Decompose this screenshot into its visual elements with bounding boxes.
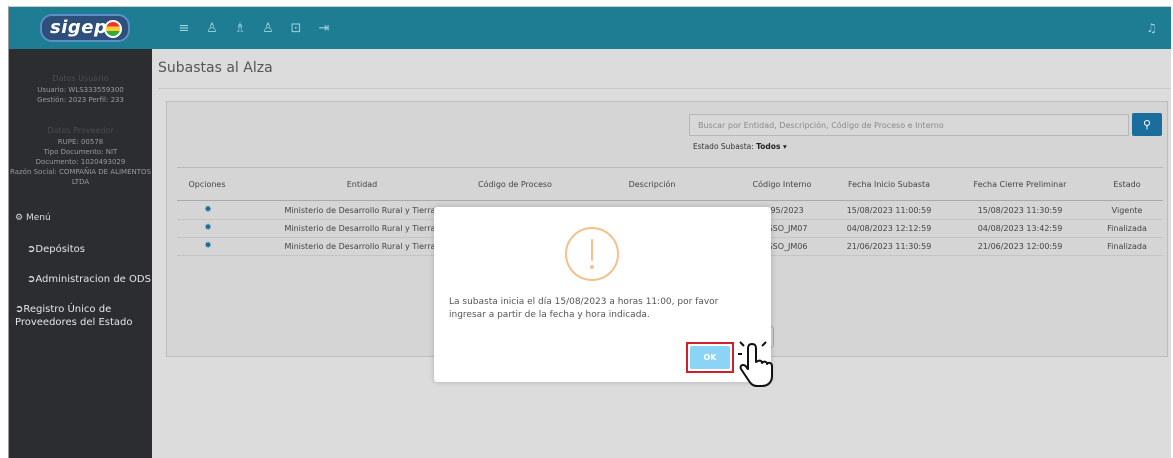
logo[interactable]: sigep [40, 14, 130, 42]
users-icon[interactable]: ♗ [233, 21, 247, 36]
provider-line: Documento: 1020493029 [35, 158, 126, 166]
cell-fecha-cierre: 21/06/2023 12:00:59 [977, 242, 1063, 251]
column-header[interactable]: Fecha Cierre Preliminar [955, 180, 1085, 189]
user-heading: Datos Usuario [52, 74, 109, 83]
user-icon[interactable]: ♙ [205, 21, 219, 36]
logout-icon[interactable]: ⇥ [317, 21, 331, 36]
gear-icon: ⚙ [15, 213, 26, 223]
cell-fecha-inicio: 21/06/2023 11:30:59 [846, 242, 932, 251]
top-toolbar: ≡ ♙ ♗ ♙ ⊡ ⇥ [177, 7, 331, 49]
estado-label: Estado Subasta: [693, 142, 754, 151]
ok-button[interactable]: OK [690, 346, 730, 369]
sidebar-item-label: Registro Único de [23, 304, 112, 315]
divider [158, 88, 1171, 89]
column-header[interactable]: Entidad [267, 180, 457, 189]
dialog-message: La subasta inicia el día 15/08/2023 a ho… [449, 297, 719, 320]
provider-line: Razón Social: COMPAÑIA DE ALIMENTOS [10, 168, 151, 176]
sidebar-item-ods[interactable]: ➲Administracion de ODS [27, 273, 151, 286]
pointer-hand-icon [738, 341, 773, 387]
notification-icon[interactable]: ♫ [1146, 21, 1157, 35]
settings-icon[interactable]: ✸ [202, 223, 214, 233]
cell-entidad: Ministerio de Desarrollo Rural y Tierras [284, 242, 440, 251]
settings-icon[interactable]: ✸ [202, 205, 214, 215]
column-header[interactable]: Estado [1097, 180, 1157, 189]
logo-badge-icon [104, 20, 122, 38]
sidebar-item-label: Proveedores del Estado [15, 317, 133, 328]
user-line: Gestión: 2023 Perfil: 233 [37, 96, 124, 104]
sidebar-item-label: Administracion de ODS [35, 274, 151, 285]
cell-fecha-cierre: 15/08/2023 11:30:59 [977, 206, 1063, 215]
cell-fecha-inicio: 15/08/2023 11:00:59 [846, 206, 932, 215]
column-header[interactable]: Fecha Inicio Subasta [829, 180, 949, 189]
estado-filter[interactable]: Estado Subasta: Todos ▾ [693, 142, 787, 151]
warning-icon-dot [590, 265, 594, 269]
cell-entidad: Ministerio de Desarrollo Rural y Tierras [284, 206, 440, 215]
menu-title-label: Menú [25, 213, 51, 223]
provider-line: Tipo Documento: NIT [43, 148, 118, 156]
settings-icon[interactable]: ✸ [202, 241, 214, 251]
alert-dialog: La subasta inicia el día 15/08/2023 a ho… [434, 207, 771, 382]
provider-line: LTDA [71, 178, 90, 186]
sidebar-item-registro[interactable]: ➲Registro Único de Proveedores del Estad… [15, 303, 133, 329]
user-check-icon[interactable]: ♙ [261, 21, 275, 36]
user-line: Usuario: WLS333559300 [37, 86, 124, 94]
column-header[interactable]: Código Interno [727, 180, 837, 189]
logo-text: sigep [50, 17, 108, 38]
cell-fecha-inicio: 04/08/2023 12:12:59 [846, 224, 932, 233]
menu-title: ⚙ Menú [15, 213, 51, 223]
cell-entidad: Ministerio de Desarrollo Rural y Tierras [284, 224, 440, 233]
cell-estado: Vigente [1111, 206, 1143, 215]
sidebar-item-label: Depósitos [35, 244, 85, 255]
column-header[interactable]: Opciones [185, 180, 229, 189]
top-bar: sigep ≡ ♙ ♗ ♙ ⊡ ⇥ ♫ [9, 7, 1171, 49]
warning-icon-bar [591, 239, 593, 261]
search-input[interactable]: Buscar por Entidad, Descripción, Código … [689, 114, 1129, 136]
cell-fecha-cierre: 04/08/2023 13:42:59 [977, 224, 1063, 233]
table-header: Opciones Entidad Código de Proceso Descr… [177, 167, 1163, 201]
ok-button-highlight: OK [686, 342, 734, 373]
cell-estado: Finalizada [1107, 242, 1147, 251]
estado-value[interactable]: Todos ▾ [756, 142, 787, 151]
warning-icon [565, 227, 619, 281]
column-header[interactable]: Descripción [577, 180, 727, 189]
column-header[interactable]: Código de Proceso [460, 180, 570, 189]
sidebar: Datos Usuario Usuario: WLS333559300 Gest… [9, 49, 152, 458]
provider-line: RUPE: 00578 [57, 138, 104, 146]
sidebar-item-depositos[interactable]: ➲Depósitos [27, 243, 85, 256]
user-info: Datos Usuario Usuario: WLS333559300 Gest… [9, 73, 152, 105]
search-button[interactable]: ⚲ [1132, 113, 1162, 136]
menu-icon[interactable]: ≡ [177, 21, 191, 36]
lock-icon[interactable]: ⊡ [289, 21, 303, 36]
page-title: Subastas al Alza [158, 60, 273, 76]
cell-estado: Finalizada [1107, 224, 1147, 233]
provider-info: Datos Proveedor RUPE: 00578 Tipo Documen… [9, 125, 152, 187]
provider-heading: Datos Proveedor [47, 126, 114, 135]
